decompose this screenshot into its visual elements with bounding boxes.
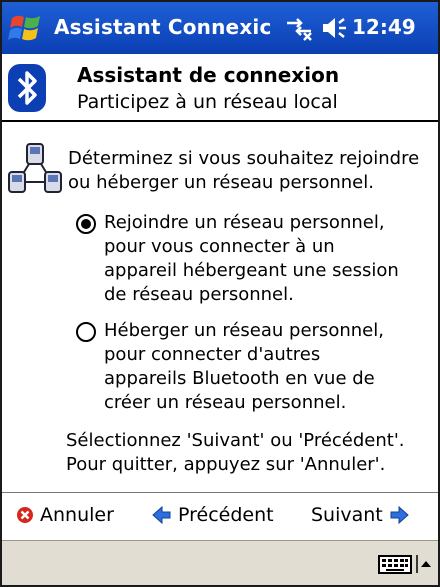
nav-divider [2, 492, 438, 493]
menu-bar [2, 540, 438, 585]
keyboard-icon[interactable] [378, 553, 412, 575]
host-network-radio[interactable] [76, 322, 96, 342]
instruction-text: Déterminez si vous souhaitez rejoindre o… [68, 148, 420, 193]
page-subtitle: Participez à un réseau local [77, 91, 338, 113]
windows-start-icon[interactable] [6, 8, 46, 48]
bluetooth-icon [8, 64, 46, 112]
host-network-label[interactable]: Héberger un réseau personnel, pour conne… [104, 319, 404, 415]
device-screen: Assistant Connexic 12:49 Assistant de co… [0, 0, 440, 587]
cancel-button[interactable]: Annuler [16, 499, 114, 531]
join-network-radio[interactable] [76, 214, 96, 234]
clock[interactable]: 12:49 [352, 15, 416, 39]
cancel-label: Annuler [40, 504, 114, 526]
next-label: Suivant [311, 504, 383, 526]
join-network-label[interactable]: Rejoindre un réseau personnel, pour vous… [104, 211, 404, 307]
next-button[interactable]: Suivant [311, 499, 409, 531]
page-title: Assistant de connexion [77, 63, 340, 87]
header-divider [2, 120, 438, 122]
connectivity-icon[interactable] [284, 14, 314, 42]
navigation-hint: Sélectionnez 'Suivant' ou 'Précédent'. P… [66, 430, 405, 475]
network-icon [8, 143, 62, 193]
arrow-left-icon [152, 505, 171, 525]
wizard-header: Assistant de connexion Participez à un r… [2, 54, 438, 120]
previous-button[interactable]: Précédent [152, 499, 274, 531]
sip-arrow-icon[interactable] [416, 553, 432, 575]
title-bar: Assistant Connexic 12:49 [2, 2, 438, 54]
app-title: Assistant Connexic [54, 15, 272, 39]
previous-label: Précédent [178, 504, 274, 526]
arrow-right-icon [390, 505, 409, 525]
radio-selected-dot [81, 219, 91, 229]
volume-icon[interactable] [320, 14, 350, 42]
cancel-icon [17, 507, 33, 523]
